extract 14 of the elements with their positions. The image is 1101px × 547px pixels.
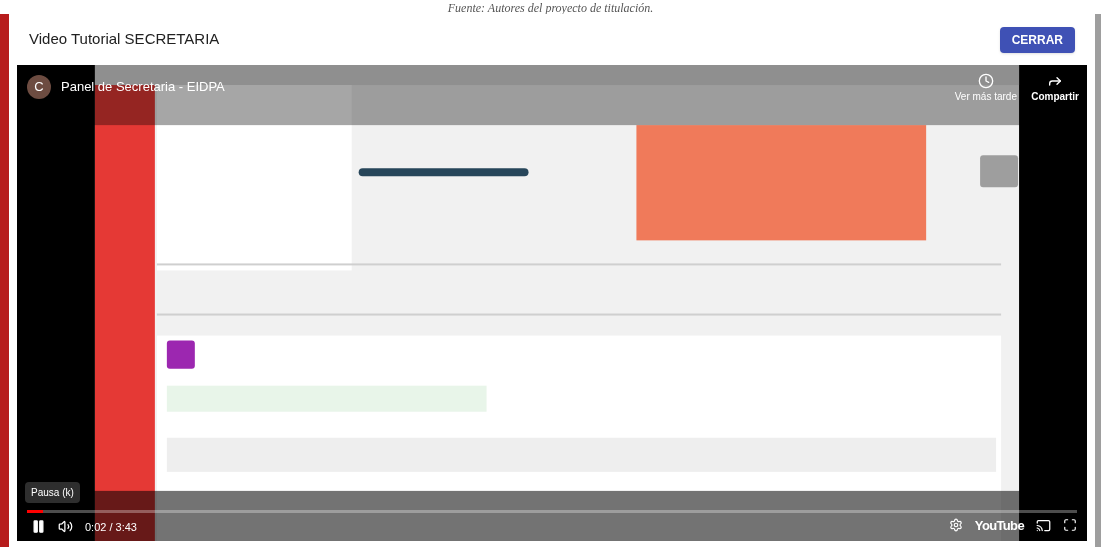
progress-track[interactable] (27, 510, 1077, 513)
settings-icon[interactable] (948, 518, 963, 533)
volume-icon[interactable] (58, 519, 73, 535)
time-display: 0:02 / 3:43 (85, 519, 137, 535)
dialog-title: Video Tutorial SECRETARIA (29, 29, 220, 50)
tooltip: Pausa (k) (25, 482, 80, 503)
video-title[interactable]: Panel de Secretaria - EIDPA (61, 77, 225, 97)
caption: Fuente: Autores del proyecto de titulación. (447, 2, 654, 14)
clock-icon[interactable] (977, 73, 994, 89)
fullscreen-icon[interactable] (1063, 518, 1077, 533)
pause-icon[interactable] (31, 519, 46, 535)
share-label[interactable]: Compartir (1031, 89, 1079, 104)
cast-icon[interactable] (1036, 517, 1051, 533)
close-button[interactable]: CERRAR (999, 26, 1075, 53)
